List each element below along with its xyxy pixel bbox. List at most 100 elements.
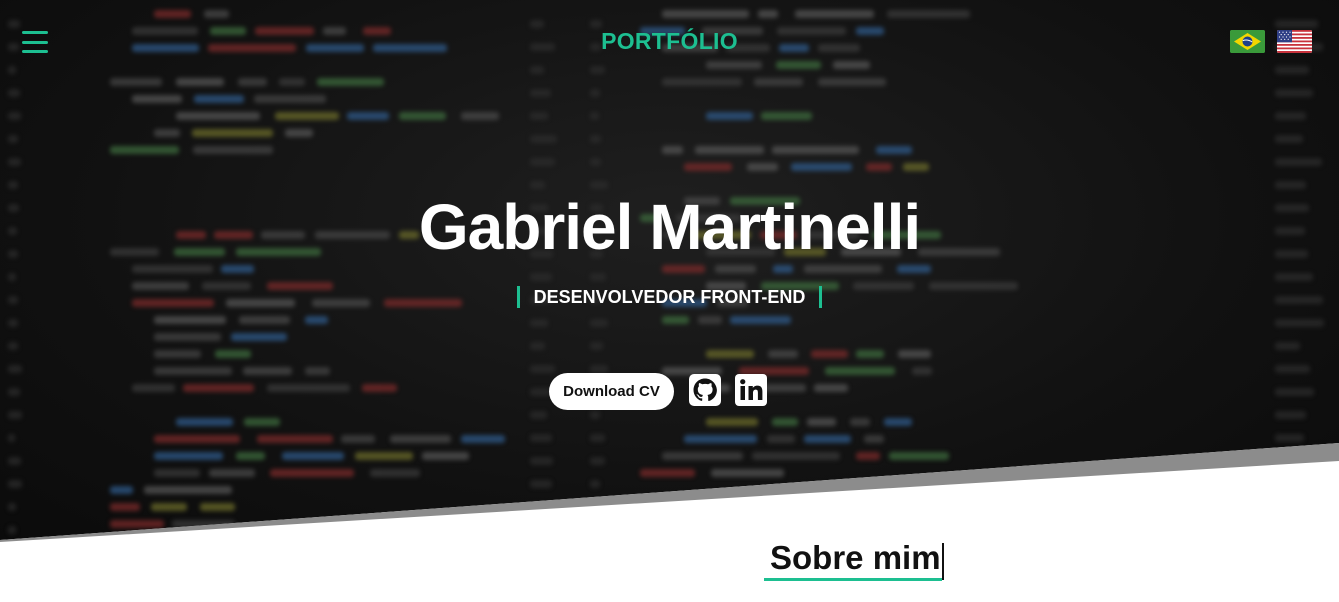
line-number [8,112,22,120]
code-line [912,367,932,375]
code-line [305,367,330,375]
line-number [1275,20,1319,28]
code-line [341,435,375,443]
line-number [1275,181,1306,189]
code-line [236,452,265,460]
code-line [244,418,280,426]
code-line [221,265,254,273]
code-line [110,503,140,511]
line-number [590,457,606,465]
code-line [154,333,221,341]
code-line [279,78,305,86]
line-number [530,319,548,327]
usa-flag-icon[interactable] [1277,30,1312,53]
code-line [238,78,267,86]
code-line [903,163,929,171]
code-line [876,146,912,154]
line-number [8,181,18,189]
line-number [8,365,22,373]
code-line [176,418,233,426]
line-number [590,342,604,350]
code-line [768,350,798,358]
code-line [192,129,273,137]
usa-flag-graphic [1277,30,1312,53]
line-number [1275,411,1307,419]
line-number [1275,319,1325,327]
code-line [132,265,213,273]
code-line [747,163,778,171]
download-cv-button[interactable]: Download CV [549,373,674,410]
line-number [590,135,601,143]
line-number [8,158,21,166]
line-number [8,388,21,396]
code-line [662,78,742,86]
code-line [767,435,795,443]
code-line [176,78,224,86]
code-line [730,316,791,324]
line-number [530,66,545,74]
github-icon[interactable] [689,374,721,406]
line-number [1275,342,1301,350]
code-line [370,469,420,477]
line-number [530,434,552,442]
line-number [530,112,549,120]
code-line [461,435,505,443]
code-line [662,452,743,460]
code-line [662,146,683,154]
code-line [772,418,798,426]
line-number [530,411,548,419]
code-line [144,486,232,494]
linkedin-glyph [735,374,767,406]
line-number [530,20,545,28]
line-number [590,158,602,166]
code-line [706,350,754,358]
role-left-bar [516,286,520,308]
code-line [825,367,895,375]
code-line [132,95,182,103]
code-line [110,486,133,494]
role-text: DESENVOLVEDOR FRONT-END [533,287,806,307]
code-line [833,61,870,69]
code-line [154,129,180,137]
line-number [8,434,16,442]
code-line [887,10,970,18]
line-number [8,457,21,465]
code-line [305,316,328,324]
code-line [856,350,884,358]
line-number [530,365,555,373]
code-line [804,435,851,443]
code-line [194,95,244,103]
code-line [715,265,756,273]
line-number [590,319,608,327]
about-title-underline [764,578,942,581]
code-line [154,435,240,443]
code-line [772,146,859,154]
hero-role: DESENVOLVEDOR FRONT-END [0,286,1339,308]
line-number [530,480,552,488]
code-line [850,418,870,426]
line-number [8,89,21,97]
line-number [8,273,17,281]
code-line [795,10,874,18]
code-line [390,435,451,443]
brazil-flag-icon[interactable] [1230,30,1265,53]
code-line [706,112,753,120]
line-number [8,319,18,327]
code-line [889,452,949,460]
site-brand[interactable]: PORTFÓLIO [0,28,1339,55]
code-line [695,146,764,154]
code-line [243,367,292,375]
code-line [282,452,344,460]
line-number [530,158,555,166]
linkedin-icon[interactable] [735,374,767,406]
line-number [8,526,16,534]
code-line [897,265,931,273]
line-number [8,411,22,419]
code-line [711,469,784,477]
line-number [590,20,603,28]
code-line [254,95,326,103]
code-line [317,78,384,86]
code-line [856,452,880,460]
code-line [706,418,758,426]
code-line [154,10,191,18]
